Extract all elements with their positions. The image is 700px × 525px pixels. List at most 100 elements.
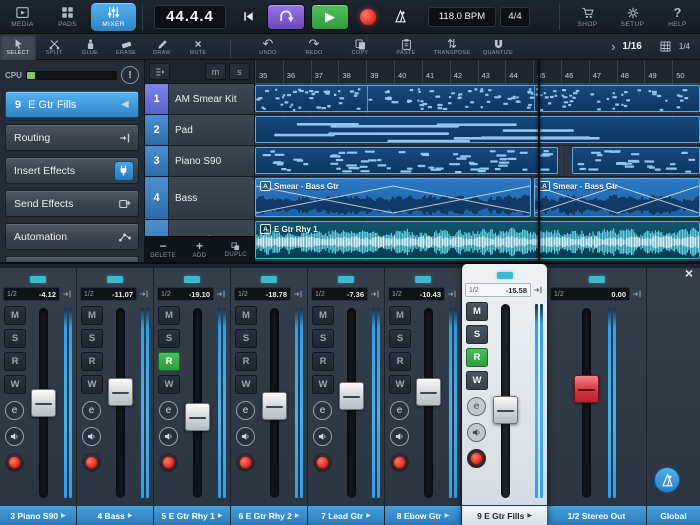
pan-control[interactable]: [385, 268, 461, 285]
mute-button[interactable]: M: [158, 306, 180, 325]
audio-region-e-gtr-rhy-1[interactable]: AE Gtr Rhy 1: [255, 221, 700, 259]
fader-handle[interactable]: [108, 378, 133, 406]
midi-region-piano-s90[interactable]: [255, 147, 558, 174]
pan-control[interactable]: [231, 268, 307, 285]
track-row-pad[interactable]: 2Pad: [145, 115, 254, 146]
inspector-item-send-effects[interactable]: Send Effects: [5, 190, 139, 217]
bpm-display[interactable]: 118.0 BPM: [428, 7, 496, 27]
track-list-collapse-button[interactable]: [149, 63, 170, 80]
channel-edit-button[interactable]: e: [159, 401, 178, 420]
pan-control[interactable]: [0, 268, 76, 285]
time-position-display[interactable]: 44.4.4: [154, 5, 226, 29]
track-row-bass[interactable]: 4Bass: [145, 177, 254, 220]
level-display[interactable]: 1/2-4.12: [3, 287, 60, 301]
solo-button[interactable]: S: [4, 329, 26, 348]
channel-edit-button[interactable]: e: [82, 401, 101, 420]
tool-split[interactable]: SPLIT: [36, 34, 72, 60]
level-display[interactable]: 1/2-10.43: [388, 287, 445, 301]
midi-region-piano-s90[interactable]: [572, 147, 700, 174]
record-arm-button[interactable]: [236, 453, 255, 472]
write-automation-button[interactable]: W: [312, 375, 334, 394]
monitor-button[interactable]: [390, 427, 409, 446]
record-button[interactable]: [360, 9, 376, 25]
record-arm-button[interactable]: [467, 449, 486, 468]
mixer-strip-label[interactable]: 1/2 Stereo Out: [547, 505, 646, 525]
level-display[interactable]: 1/20.00: [550, 287, 630, 301]
write-automation-button[interactable]: W: [4, 375, 26, 394]
audio-region-smear-bass-gtr[interactable]: ASmear - Bass Gtr: [534, 178, 700, 217]
solo-button[interactable]: S: [158, 329, 180, 348]
pan-control[interactable]: [77, 268, 153, 285]
time-signature-display[interactable]: 4/4: [500, 7, 530, 27]
tool-glue[interactable]: GLUE: [72, 34, 108, 60]
channel-edit-button[interactable]: e: [390, 401, 409, 420]
read-automation-button[interactable]: R: [4, 352, 26, 371]
level-display[interactable]: 1/2-7.36: [311, 287, 368, 301]
inspector-item-automation[interactable]: Automation: [5, 223, 139, 250]
mixer-strip-label[interactable]: 3 Piano S90▶: [0, 505, 76, 525]
inspector-item-insert-effects[interactable]: Insert Effects: [5, 157, 139, 184]
play-button[interactable]: ▶: [311, 4, 349, 30]
mixer-tab-button[interactable]: MIXER: [91, 3, 136, 31]
pan-control[interactable]: [547, 268, 646, 285]
record-arm-button[interactable]: [82, 453, 101, 472]
tool-erase[interactable]: ERASE: [108, 34, 144, 60]
undo-button[interactable]: ↶UNDO: [245, 34, 291, 60]
audio-region-smear-bass-gtr[interactable]: ASmear - Bass Gtr: [255, 178, 531, 217]
midi-region-am-smear-kit[interactable]: [255, 85, 700, 112]
mixer-close-button[interactable]: ×: [685, 266, 693, 280]
setup-button[interactable]: SETUP: [610, 0, 655, 34]
read-automation-button[interactable]: R: [235, 352, 257, 371]
pads-tab-button[interactable]: PADS: [45, 0, 90, 34]
quantize-button[interactable]: QUANTIZE: [475, 34, 521, 60]
write-automation-button[interactable]: W: [389, 375, 411, 394]
fader-handle[interactable]: [574, 375, 599, 403]
cpu-warning-button[interactable]: !: [121, 66, 139, 84]
monitor-button[interactable]: [236, 427, 255, 446]
level-display[interactable]: 1/2-18.78: [234, 287, 291, 301]
tool-select[interactable]: SELECT: [0, 34, 36, 60]
record-arm-button[interactable]: [313, 453, 332, 472]
monitor-button[interactable]: [5, 427, 24, 446]
redo-button[interactable]: ↷REDO: [291, 34, 337, 60]
track-row-am-smear-kit[interactable]: 1AM Smear Kit: [145, 84, 254, 115]
tool-mute[interactable]: ×MUTE: [180, 34, 216, 60]
metronome-button[interactable]: [387, 4, 413, 30]
fader-handle[interactable]: [185, 403, 210, 431]
write-automation-button[interactable]: W: [466, 371, 488, 390]
level-display[interactable]: 1/2-19.10: [157, 287, 214, 301]
fader-handle[interactable]: [31, 389, 56, 417]
record-arm-button[interactable]: [5, 453, 24, 472]
monitor-button[interactable]: [313, 427, 332, 446]
copy-button[interactable]: COPY: [337, 34, 383, 60]
monitor-button[interactable]: [467, 423, 486, 442]
channel-edit-button[interactable]: e: [5, 401, 24, 420]
delete-track-button[interactable]: −DELETE: [145, 237, 181, 262]
mixer-strip-label[interactable]: Global: [647, 505, 700, 525]
record-arm-button[interactable]: [390, 453, 409, 472]
pan-control[interactable]: [308, 268, 384, 285]
mixer-strip-label[interactable]: 8 Ebow Gtr▶: [385, 505, 461, 525]
midi-region-pad[interactable]: [255, 116, 700, 143]
read-automation-button[interactable]: R: [81, 352, 103, 371]
mute-button[interactable]: M: [4, 306, 26, 325]
read-automation-button[interactable]: R: [158, 352, 180, 371]
write-automation-button[interactable]: W: [81, 375, 103, 394]
jump-loop-button[interactable]: [267, 4, 305, 30]
quantize-value[interactable]: 1/16: [622, 41, 641, 52]
mute-button[interactable]: M: [389, 306, 411, 325]
monitor-button[interactable]: [82, 427, 101, 446]
selected-track-button[interactable]: 9 E Gtr Fills ◀: [5, 91, 139, 118]
solo-button[interactable]: S: [312, 329, 334, 348]
timeline-ruler[interactable]: 35363738394041424344454647484950: [255, 60, 700, 84]
add-track-button[interactable]: +ADD: [181, 237, 217, 262]
grid-icon[interactable]: [659, 40, 672, 53]
mixer-strip-label[interactable]: 5 E Gtr Rhy 1▶: [154, 505, 230, 525]
pan-control[interactable]: [154, 268, 230, 285]
mixer-strip-label[interactable]: 7 Lead Gtr▶: [308, 505, 384, 525]
transpose-button[interactable]: ⇅TRANSPOSE: [429, 34, 475, 60]
write-automation-button[interactable]: W: [158, 375, 180, 394]
solo-button[interactable]: S: [81, 329, 103, 348]
track-row-piano-s90[interactable]: 3Piano S90: [145, 146, 254, 177]
level-display[interactable]: 1/2-15.58: [465, 283, 531, 297]
